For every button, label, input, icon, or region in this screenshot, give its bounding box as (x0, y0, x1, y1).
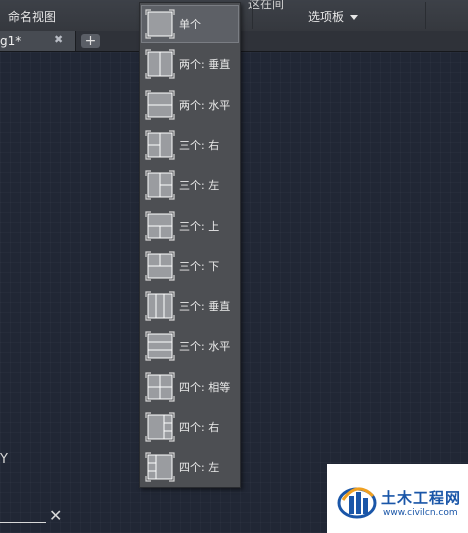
close-tab-icon[interactable]: ✖ (54, 33, 63, 46)
menu-item-viewport-single[interactable]: 单个 (141, 5, 239, 43)
menu-item-label: 三个: 右 (179, 138, 220, 152)
menu-item-viewport-three-horizontal[interactable]: 三个: 水平 (142, 328, 238, 364)
viewport-three-left-icon (145, 170, 175, 200)
viewport-three-horizontal-icon (145, 331, 175, 361)
document-tab-label: g1* (0, 34, 22, 48)
menu-item-label: 三个: 上 (179, 219, 220, 233)
menu-item-label: 三个: 下 (179, 259, 220, 273)
watermark-name: 土木工程网 (381, 489, 462, 507)
ribbon-separator (252, 2, 253, 29)
menu-item-viewport-three-above[interactable]: 三个: 上 (142, 208, 238, 244)
menu-item-label: 三个: 左 (179, 179, 220, 193)
menu-item-label: 两个: 水平 (179, 98, 231, 112)
ucs-y-axis-label: Y (0, 452, 8, 467)
watermark-url: www.civilcn.com (383, 508, 458, 518)
menu-item-viewport-two-horizontal[interactable]: 两个: 水平 (142, 87, 238, 123)
palettes-label: 选项板 (308, 10, 345, 24)
menu-item-viewport-two-vertical[interactable]: 两个: 垂直 (142, 46, 238, 82)
caret-down-icon (350, 15, 359, 20)
viewport-configuration-menu: 单个两个: 垂直 两个: 水平 三个: 右三个: 左三个: 上三个: 下三个: 垂直… (139, 2, 241, 488)
named-views-label[interactable]: 命名视图 (8, 8, 56, 25)
menu-item-viewport-four-left[interactable]: 四个: 左 (142, 449, 238, 485)
menu-item-label: 四个: 相等 (179, 380, 231, 394)
new-tab-button[interactable]: + (81, 34, 100, 48)
menu-item-viewport-four-right[interactable]: 四个: 右 (142, 409, 238, 445)
menu-item-viewport-four-equal[interactable]: 四个: 相等 (142, 369, 238, 405)
viewport-two-horizontal-icon (145, 89, 175, 120)
viewport-two-vertical-icon (145, 49, 175, 79)
ribbon-hidden-text: 这在间 (248, 0, 285, 11)
menu-item-label: 三个: 水平 (179, 340, 231, 354)
ucs-x-axis-line (0, 522, 46, 523)
menu-item-label: 三个: 垂直 (179, 300, 231, 314)
watermark: 土木工程网 www.civilcn.com (327, 464, 468, 533)
menu-item-viewport-three-below[interactable]: 三个: 下 (142, 248, 238, 284)
menu-item-label: 单个 (179, 18, 201, 31)
viewport-four-left-icon (145, 452, 175, 482)
menu-item-viewport-three-vertical[interactable]: 三个: 垂直 (142, 288, 238, 324)
autocad-window: 命名视图 这在间 选项板 g1* ✖ + Y ✕ 单个两个: 垂直 两个: 水平三… (0, 0, 468, 533)
viewport-three-right-icon (145, 130, 175, 160)
viewport-four-equal-icon (145, 372, 175, 402)
viewport-single-icon (145, 9, 175, 39)
menu-item-viewport-three-left[interactable]: 三个: 左 (142, 167, 238, 203)
viewport-three-above-icon (145, 210, 175, 241)
ribbon-separator (425, 2, 426, 29)
viewport-three-vertical-icon (145, 291, 175, 321)
menu-item-label: 四个: 右 (179, 421, 220, 434)
viewport-three-below-icon (145, 251, 175, 281)
menu-item-label: 四个: 左 (179, 461, 220, 475)
menu-item-label: 两个: 垂直 (179, 58, 231, 72)
ucs-x-axis-marker: ✕ (49, 506, 63, 525)
menu-item-viewport-three-right[interactable]: 三个: 右 (142, 127, 238, 163)
palettes-dropdown[interactable]: 选项板 (308, 8, 359, 25)
document-tab[interactable]: g1* ✖ (0, 31, 76, 51)
viewport-four-right-icon (145, 412, 175, 442)
civilcn-logo-icon (337, 487, 377, 519)
